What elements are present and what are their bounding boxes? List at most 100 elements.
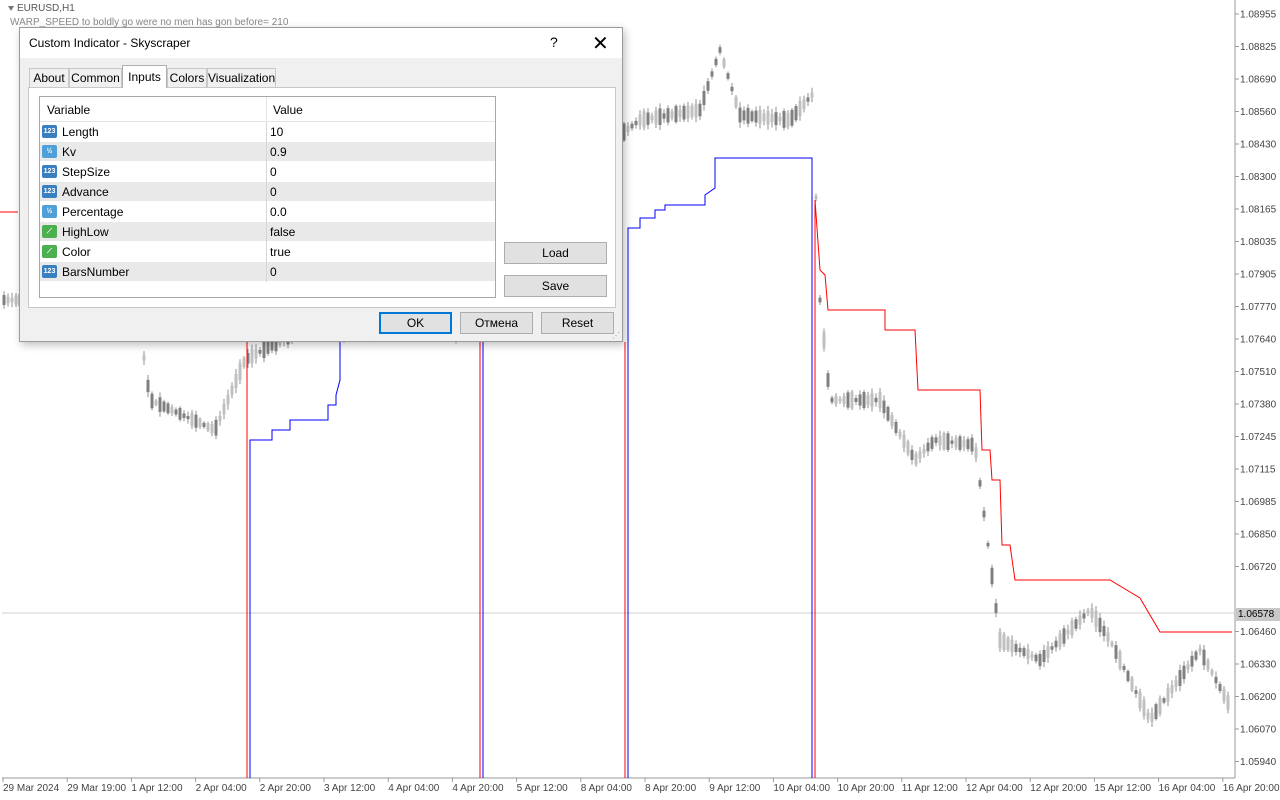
table-row[interactable]: ⟋ Color true <box>40 242 495 262</box>
tab-visualization[interactable]: Visualization <box>207 68 276 87</box>
cancel-button[interactable]: Отмена <box>460 312 533 334</box>
time-tick-label: 3 Apr 12:00 <box>324 783 376 794</box>
tab-inputs[interactable]: Inputs <box>122 65 167 88</box>
ok-button[interactable]: OK <box>379 312 452 334</box>
help-button[interactable]: ? <box>550 34 558 50</box>
column-separator[interactable] <box>266 97 267 121</box>
int-icon: 123 <box>42 185 57 198</box>
candle-body <box>650 115 654 121</box>
candle-body <box>234 373 238 389</box>
time-tick-label: 2 Apr 04:00 <box>196 783 248 794</box>
variable-value[interactable]: 0.0 <box>270 205 287 219</box>
candle-body <box>950 440 954 444</box>
reset-button[interactable]: Reset <box>541 312 614 334</box>
candle-body <box>258 349 262 354</box>
price-tick-label: 1.08955 <box>1240 10 1277 21</box>
candle-body <box>1162 698 1166 703</box>
price-tick-label: 1.06850 <box>1240 530 1277 541</box>
price-tick-label: 1.06460 <box>1240 627 1277 638</box>
candle-body <box>1174 680 1178 687</box>
price-tick-label: 1.06070 <box>1240 725 1277 736</box>
collapse-triangle-icon[interactable] <box>8 5 14 11</box>
candle-body <box>798 101 802 117</box>
candle-body <box>1038 653 1042 667</box>
candle-body <box>1002 634 1006 650</box>
candle-body <box>10 297 14 303</box>
time-tick-label: 2 Apr 20:00 <box>260 783 312 794</box>
close-icon[interactable]: ✕ <box>592 31 609 56</box>
candle-body <box>818 297 822 303</box>
candle-body <box>662 113 666 119</box>
inputs-panel: Variable Value 123 Length 10 ½ Kv 0.9 123 StepS… <box>28 87 616 308</box>
header-value[interactable]: Value <box>273 103 303 117</box>
table-row[interactable]: 123 StepSize 0 <box>40 162 495 182</box>
candle-body <box>722 59 726 67</box>
candle-body <box>886 406 890 421</box>
variable-value[interactable]: 10 <box>270 125 283 139</box>
variable-value[interactable]: true <box>270 245 291 259</box>
time-tick-label: 4 Apr 04:00 <box>388 783 440 794</box>
dialog-titlebar[interactable]: Custom Indicator - Skyscraper ? ✕ <box>20 28 622 58</box>
candle-body <box>678 109 682 118</box>
candle-body <box>1222 688 1226 702</box>
candle-body <box>874 397 878 403</box>
tab-about[interactable]: About <box>29 68 69 87</box>
variable-value[interactable]: 0 <box>270 165 277 179</box>
time-tick-label: 16 Apr 04:00 <box>1159 783 1216 794</box>
candle-body <box>922 448 926 454</box>
candle-body <box>190 412 194 427</box>
candle-body <box>1126 670 1130 682</box>
candle-body <box>902 434 906 448</box>
candle-body <box>786 112 790 127</box>
variable-name: Percentage <box>62 205 124 219</box>
candle-body <box>862 392 866 408</box>
table-row[interactable]: ⟋ HighLow false <box>40 222 495 242</box>
variable-value[interactable]: false <box>270 225 295 239</box>
time-tick-label: 15 Apr 12:00 <box>1094 783 1151 794</box>
variable-value[interactable]: 0.9 <box>270 145 287 159</box>
table-row[interactable]: 123 BarsNumber 0 <box>40 262 495 282</box>
tab-common[interactable]: Common <box>69 68 122 87</box>
candle-body <box>850 391 854 409</box>
symbol-text: EURUSD,H1 <box>17 3 75 14</box>
table-row[interactable]: 123 Length 10 <box>40 122 495 142</box>
price-tick-label: 1.08690 <box>1240 75 1277 86</box>
tab-colors[interactable]: Colors <box>167 68 207 87</box>
candle-body <box>1158 697 1162 715</box>
header-variable[interactable]: Variable <box>47 103 90 117</box>
candle-body <box>1006 637 1010 651</box>
table-row[interactable]: ½ Kv 0.9 <box>40 142 495 162</box>
candle-body <box>178 407 182 420</box>
candle-body <box>966 439 970 450</box>
variable-value[interactable]: 0 <box>270 265 277 279</box>
candle-body <box>810 92 814 98</box>
candle-body <box>998 631 1002 649</box>
candle-body <box>1094 610 1098 628</box>
table-row[interactable]: ½ Percentage 0.0 <box>40 202 495 222</box>
candle-body <box>1198 648 1202 652</box>
resize-grip-icon[interactable]: ⋰ <box>612 331 620 340</box>
time-tick-label: 12 Apr 20:00 <box>1030 783 1087 794</box>
candle-body <box>802 99 806 109</box>
candle-body <box>1086 610 1090 614</box>
candle-body <box>878 391 882 409</box>
candle-body <box>170 407 174 414</box>
candle-body <box>1118 651 1122 669</box>
price-tick-label: 1.08035 <box>1240 237 1277 248</box>
load-button[interactable]: Load <box>504 242 607 264</box>
candle-body <box>726 73 730 79</box>
price-tick-label: 1.06330 <box>1240 660 1277 671</box>
candle-body <box>822 332 826 348</box>
candle-body <box>674 105 678 123</box>
candle-body <box>166 403 170 414</box>
candle-body <box>870 393 874 407</box>
candle-body <box>666 108 670 123</box>
variable-value[interactable]: 0 <box>270 185 277 199</box>
table-row[interactable]: 123 Advance 0 <box>40 182 495 202</box>
int-icon: 123 <box>42 265 57 278</box>
candle-body <box>898 431 902 437</box>
candle-body <box>1134 690 1138 694</box>
candle-body <box>1154 704 1158 720</box>
candle-body <box>842 396 846 404</box>
save-button[interactable]: Save <box>504 275 607 297</box>
